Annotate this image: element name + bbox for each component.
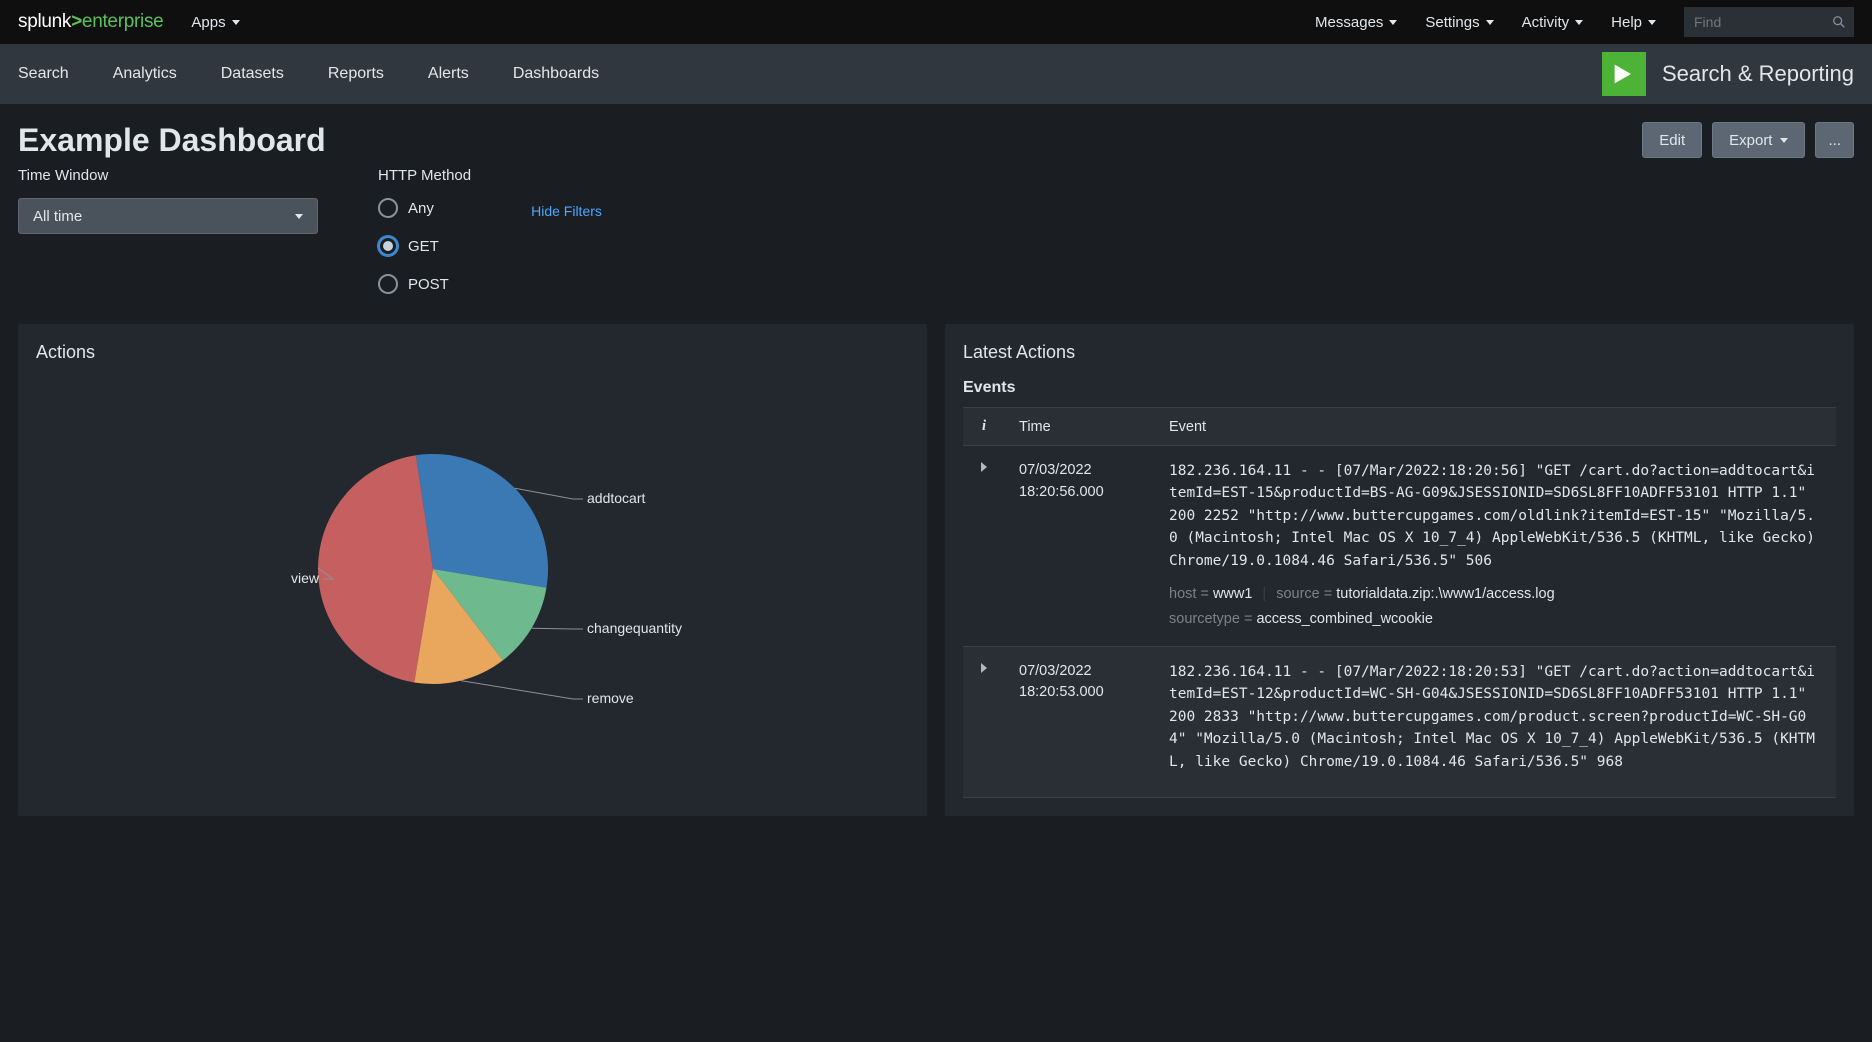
caret-down-icon: [295, 214, 303, 219]
table-row: 07/03/2022 18:20:56.000182.236.164.11 - …: [963, 446, 1836, 647]
radio-get[interactable]: GET: [378, 236, 471, 256]
actions-pie-chart[interactable]: addtocart changequantity remove view: [213, 389, 733, 749]
activity-menu[interactable]: Activity: [1522, 14, 1584, 31]
panel-latest-title: Latest Actions: [963, 342, 1836, 363]
http-method-label: HTTP Method: [378, 167, 471, 184]
radio-post[interactable]: POST: [378, 274, 471, 294]
panel-actions-title: Actions: [36, 342, 909, 363]
settings-menu[interactable]: Settings: [1425, 14, 1493, 31]
export-button[interactable]: Export: [1712, 122, 1805, 158]
caret-down-icon: [1389, 20, 1397, 25]
col-info[interactable]: i: [963, 408, 1005, 446]
messages-menu[interactable]: Messages: [1315, 14, 1397, 31]
pie-label-remove: remove: [587, 690, 634, 706]
event-time: 07/03/2022 18:20:56.000: [1005, 446, 1155, 647]
nav-search[interactable]: Search: [18, 65, 69, 83]
search-icon: [1832, 15, 1846, 29]
caret-down-icon: [1575, 20, 1583, 25]
global-search-input[interactable]: [1684, 7, 1854, 37]
expand-row[interactable]: [963, 646, 1005, 797]
event-meta: host = www1|source = tutorialdata.zip:.\…: [1169, 582, 1822, 631]
global-topbar: splunk>enterprise Apps Messages Settings…: [0, 0, 1872, 44]
event-raw[interactable]: 182.236.164.11 - - [07/Mar/2022:18:20:53…: [1169, 661, 1822, 773]
table-row: 07/03/2022 18:20:53.000182.236.164.11 - …: [963, 646, 1836, 797]
http-method-radio-group: Any GET POST: [378, 198, 471, 294]
event-time: 07/03/2022 18:20:53.000: [1005, 646, 1155, 797]
pie-leader: [460, 681, 582, 699]
expand-row[interactable]: [963, 446, 1005, 647]
apps-menu[interactable]: Apps: [191, 14, 239, 31]
col-time[interactable]: Time: [1005, 408, 1155, 446]
nav-reports[interactable]: Reports: [328, 65, 384, 83]
dashboard-title: Example Dashboard: [18, 122, 326, 159]
event-cell: 182.236.164.11 - - [07/Mar/2022:18:20:56…: [1155, 446, 1836, 647]
pie-label-addtocart: addtocart: [587, 490, 645, 506]
caret-down-icon: [1780, 138, 1788, 143]
caret-down-icon: [1486, 20, 1494, 25]
chevron-right-icon: [981, 663, 987, 673]
help-menu[interactable]: Help: [1611, 14, 1656, 31]
nav-alerts[interactable]: Alerts: [428, 65, 469, 83]
panel-latest-actions: Latest Actions Events i Time Event 07/03…: [945, 324, 1854, 816]
pie-label-changequantity: changequantity: [587, 620, 682, 636]
event-raw[interactable]: 182.236.164.11 - - [07/Mar/2022:18:20:56…: [1169, 460, 1822, 572]
events-table: i Time Event 07/03/2022 18:20:56.000182.…: [963, 407, 1836, 798]
hide-filters-link[interactable]: Hide Filters: [531, 203, 602, 219]
info-icon: i: [982, 418, 986, 434]
pie-slice-addtocart[interactable]: [415, 454, 547, 588]
app-icon: [1602, 52, 1646, 96]
edit-button[interactable]: Edit: [1642, 122, 1702, 158]
caret-down-icon: [1648, 20, 1656, 25]
app-subnav: Search Analytics Datasets Reports Alerts…: [0, 44, 1872, 104]
radio-any[interactable]: Any: [378, 198, 471, 218]
nav-analytics[interactable]: Analytics: [113, 65, 177, 83]
nav-dashboards[interactable]: Dashboards: [513, 65, 599, 83]
pie-leader: [531, 628, 582, 629]
chevron-right-icon: [981, 462, 987, 472]
pie-slice-view[interactable]: [318, 455, 433, 682]
more-actions-button[interactable]: ...: [1815, 122, 1854, 158]
app-title: Search & Reporting: [1662, 61, 1854, 87]
caret-down-icon: [232, 20, 240, 25]
pie-leader: [514, 488, 582, 499]
event-cell: 182.236.164.11 - - [07/Mar/2022:18:20:53…: [1155, 646, 1836, 797]
pie-label-view: view: [290, 570, 319, 586]
col-event[interactable]: Event: [1155, 408, 1836, 446]
time-window-label: Time Window: [18, 167, 318, 184]
events-heading: Events: [963, 379, 1836, 397]
nav-datasets[interactable]: Datasets: [221, 65, 284, 83]
panel-actions: Actions addtocart changequantity remove vie…: [18, 324, 927, 816]
global-search: [1684, 7, 1854, 37]
time-window-dropdown[interactable]: All time: [18, 198, 318, 234]
product-logo: splunk>enterprise: [18, 11, 163, 33]
